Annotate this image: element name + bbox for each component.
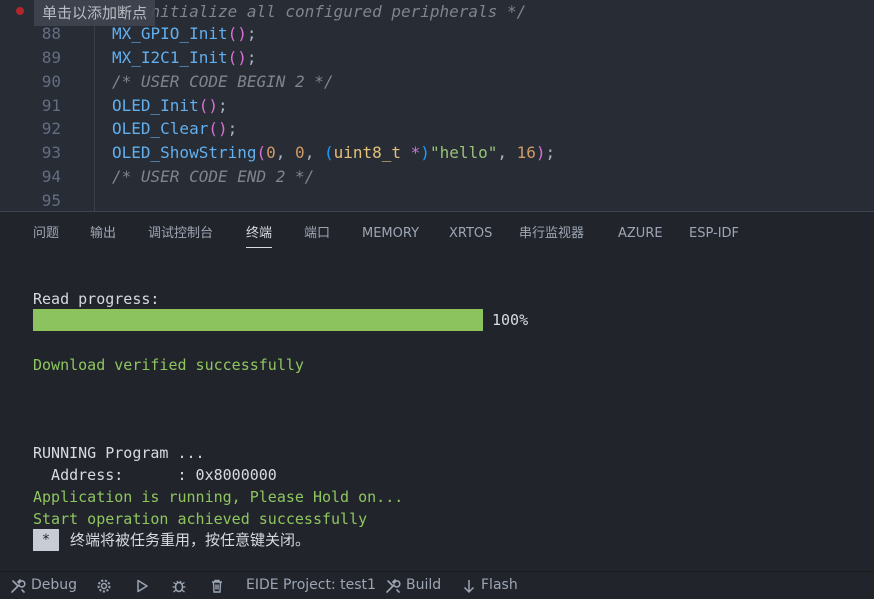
line-number[interactable]: 90 xyxy=(0,70,61,94)
build-button[interactable]: Build xyxy=(385,572,441,599)
trash-icon xyxy=(209,578,225,594)
code-token: 16 xyxy=(516,143,536,162)
code-token: uint8_t xyxy=(333,143,402,162)
code-text: /* USER CODE END 2 */ xyxy=(112,165,314,189)
tab-terminal[interactable]: 终端 xyxy=(246,212,273,256)
tools-icon xyxy=(10,578,26,594)
tab-memory[interactable]: MEMORY xyxy=(362,212,419,256)
debug-label: Debug xyxy=(31,577,78,593)
tab-debug-console[interactable]: 调试控制台 xyxy=(148,212,213,256)
code-token: () xyxy=(227,48,247,67)
code-token: ; xyxy=(246,48,257,67)
code-token: ( xyxy=(323,143,334,162)
tab-ports[interactable]: 端口 xyxy=(304,212,330,256)
line-number[interactable]: 89 xyxy=(0,46,61,70)
line-number[interactable]: 94 xyxy=(0,165,61,189)
tab-esp-idf[interactable]: ESP-IDF xyxy=(689,212,739,256)
play-icon xyxy=(134,578,150,594)
arrow-down-icon xyxy=(462,578,476,594)
bottom-panel: 问题 输出 调试控制台 终端 端口 MEMORY XRTOS 串行监视器 AZU… xyxy=(0,211,874,572)
code-text: OLED_Init(); xyxy=(112,94,228,118)
build-label: Build xyxy=(406,577,442,593)
terminal-reuse-message: 终端将被任务重用，按任意键关闭。 xyxy=(70,531,311,549)
running-program-text: RUNNING Program ... xyxy=(33,444,205,462)
address-text: Address: : 0x8000000 xyxy=(33,466,277,484)
task-star-badge: * xyxy=(33,529,59,551)
eide-project-status[interactable]: EIDE Project: test1 xyxy=(246,572,376,599)
code-token: () xyxy=(198,96,218,115)
indent-guide xyxy=(94,0,95,211)
code-token: , xyxy=(304,143,324,162)
code-token: /* USER CODE END 2 */ xyxy=(112,167,315,186)
code-token: ) xyxy=(420,143,430,162)
build-tools-icon xyxy=(385,578,401,594)
code-token: /* USER CODE BEGIN 2 */ xyxy=(112,72,334,91)
code-token: () xyxy=(208,119,228,138)
bug-icon xyxy=(171,578,187,594)
read-progress-fill xyxy=(33,309,483,331)
code-token: * xyxy=(401,143,421,162)
clean-button[interactable] xyxy=(209,572,225,599)
code-token: /* Initialize all configured peripherals… xyxy=(112,2,527,21)
code-token: OLED_Clear xyxy=(112,119,209,138)
code-token: ; xyxy=(246,24,257,43)
code-token: ; xyxy=(545,143,556,162)
project-label: EIDE Project: test1 xyxy=(246,577,376,593)
line-number[interactable]: 92 xyxy=(0,117,61,141)
tab-serial-monitor[interactable]: 串行监视器 xyxy=(519,212,584,256)
flash-label: Flash xyxy=(481,577,518,593)
tab-xrtos[interactable]: XRTOS xyxy=(449,212,492,256)
tab-output[interactable]: 输出 xyxy=(90,212,116,256)
code-token: MX_I2C1_Init xyxy=(112,48,228,67)
code-token: ; xyxy=(227,119,238,138)
settings-button[interactable] xyxy=(96,572,112,599)
panel-tabs: 问题 输出 调试控制台 终端 端口 MEMORY XRTOS 串行监视器 AZU… xyxy=(0,212,874,256)
code-editor[interactable]: 单击以添加断点 /* Initialize all configured per… xyxy=(0,0,874,211)
code-token: 0 xyxy=(266,143,276,162)
tab-azure[interactable]: AZURE xyxy=(618,212,663,256)
code-text: OLED_ShowString(0, 0, (uint8_t *)"hello"… xyxy=(112,141,555,165)
read-progress-bar xyxy=(33,309,483,331)
code-token: ) xyxy=(535,143,546,162)
start-success-text: Start operation achieved successfully xyxy=(33,510,368,528)
run-button[interactable] xyxy=(134,572,150,599)
code-token: () xyxy=(227,24,247,43)
code-token: "hello" xyxy=(429,143,498,162)
flash-button[interactable]: Flash xyxy=(462,572,518,599)
read-progress-label: Read progress: xyxy=(33,290,160,308)
app-running-text: Application is running, Please Hold on..… xyxy=(33,488,404,506)
line-number[interactable]: 93 xyxy=(0,141,61,165)
code-text: MX_I2C1_Init(); xyxy=(112,46,257,70)
code-token: OLED_ShowString xyxy=(112,143,257,162)
code-token: , xyxy=(497,143,517,162)
code-token: MX_GPIO_Init xyxy=(112,24,228,43)
read-progress-percent: 100% xyxy=(492,311,529,329)
line-number[interactable]: 91 xyxy=(0,94,61,118)
debug-bug-button[interactable] xyxy=(171,572,187,599)
status-bar: Debug EIDE Project: test1 Build Flash xyxy=(0,571,874,599)
code-text: OLED_Clear(); xyxy=(112,117,237,141)
code-token: OLED_Init xyxy=(112,96,199,115)
download-verified-text: Download verified successfully xyxy=(33,356,304,374)
code-token: ; xyxy=(217,96,228,115)
debug-button[interactable]: Debug xyxy=(10,572,77,599)
breakpoint-icon[interactable] xyxy=(16,7,24,15)
gear-icon xyxy=(96,578,112,594)
code-token: 0 xyxy=(295,143,305,162)
code-text: /* Initialize all configured peripherals… xyxy=(112,0,526,24)
breakpoint-hint-tooltip: 单击以添加断点 xyxy=(34,0,156,26)
code-text: /* USER CODE BEGIN 2 */ xyxy=(112,70,334,94)
line-number[interactable]: 95 xyxy=(0,189,61,211)
tab-problems[interactable]: 问题 xyxy=(33,212,59,256)
code-token: , xyxy=(275,143,296,162)
code-token: ( xyxy=(256,143,267,162)
